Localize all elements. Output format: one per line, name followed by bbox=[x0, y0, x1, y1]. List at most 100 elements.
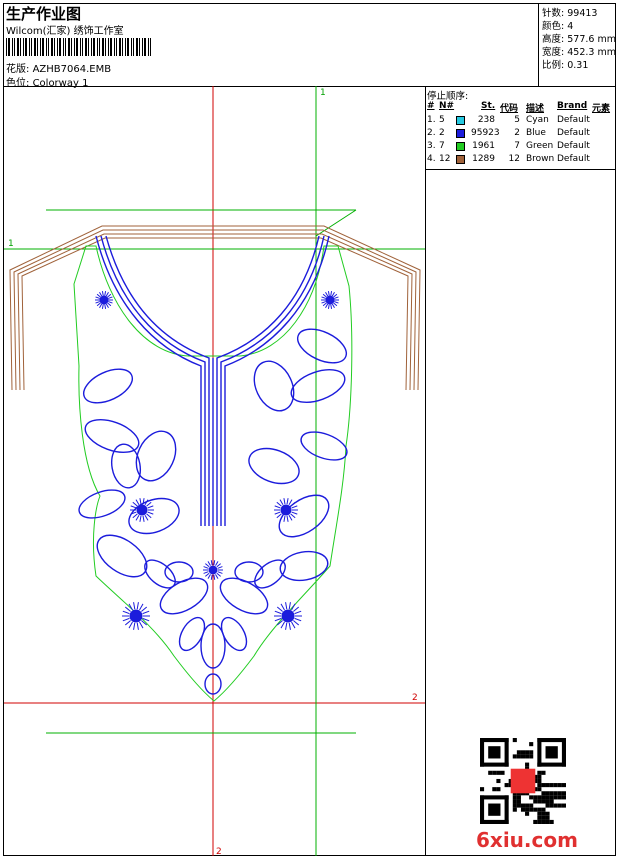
barcode-bar bbox=[131, 38, 132, 56]
qr-module bbox=[520, 807, 526, 812]
col-header-brand: Brand bbox=[557, 101, 588, 111]
qr-module bbox=[545, 815, 550, 820]
rosette-ray bbox=[274, 505, 281, 509]
rosette-ray bbox=[104, 291, 107, 296]
qr-module bbox=[492, 787, 497, 792]
qr-module bbox=[480, 738, 485, 767]
stat-colors: 颜色: 4 bbox=[542, 21, 574, 32]
rosette-ray bbox=[283, 515, 286, 522]
qr-module bbox=[480, 762, 509, 767]
rosette-ray bbox=[285, 602, 288, 610]
rosette-ray bbox=[105, 303, 109, 309]
rosette-ray bbox=[325, 291, 329, 297]
qr-module bbox=[549, 791, 554, 796]
barcode-bar bbox=[20, 38, 21, 56]
barcode-bar bbox=[68, 38, 70, 56]
stat-width: 宽度: 452.3 mm bbox=[542, 47, 616, 58]
barcode-bar bbox=[88, 38, 89, 56]
rosette-ray bbox=[142, 515, 145, 522]
rosette-ray bbox=[99, 291, 103, 297]
qr-module bbox=[512, 738, 517, 743]
barcode-bar bbox=[51, 38, 53, 56]
color-swatch bbox=[456, 116, 465, 125]
qr-module bbox=[537, 815, 542, 820]
qr-module bbox=[533, 795, 538, 800]
barcode-bar bbox=[37, 38, 38, 56]
rosette-ray bbox=[274, 610, 282, 615]
rosette-ray bbox=[291, 511, 298, 515]
rosette-ray bbox=[217, 566, 223, 569]
qr-module bbox=[516, 799, 521, 804]
qr-module bbox=[541, 795, 546, 800]
qr-module bbox=[537, 762, 566, 767]
guide-marker-2-bottom: 2 bbox=[216, 847, 222, 856]
neckline-seams bbox=[9, 225, 421, 391]
barcode-bar bbox=[25, 38, 27, 56]
company-name: Wilcom(汇家) 绣饰工作室 bbox=[6, 26, 124, 37]
rosette-ray bbox=[207, 574, 211, 579]
design-file-line: 花版: AZHB7064.EMB bbox=[6, 60, 111, 75]
qr-module bbox=[557, 783, 562, 788]
qr-module bbox=[557, 803, 562, 808]
barcode-bar bbox=[139, 38, 140, 56]
rosette-ray bbox=[133, 622, 136, 630]
qr-module bbox=[504, 783, 509, 788]
qr-logo-badge bbox=[510, 768, 536, 794]
rosette-ray bbox=[124, 620, 131, 626]
barcode-bar bbox=[93, 38, 95, 56]
rosette-ray bbox=[203, 571, 209, 574]
qr-module bbox=[520, 754, 526, 759]
rosette-ray bbox=[96, 293, 101, 298]
rosette-ray bbox=[274, 511, 281, 515]
rosette-ray bbox=[288, 514, 293, 521]
rosette-ray bbox=[279, 514, 284, 521]
col-header-needle: N# bbox=[439, 101, 455, 111]
qr-module bbox=[561, 791, 566, 796]
barcode-bar bbox=[17, 38, 19, 56]
barcode-bar bbox=[99, 38, 100, 56]
barcode-bar bbox=[150, 38, 151, 56]
rosette-ray bbox=[95, 301, 100, 304]
rosette-ray bbox=[330, 304, 333, 309]
qr-module bbox=[533, 799, 538, 804]
rosette-ray bbox=[216, 572, 221, 577]
stop-row: 1. 5 238 5 Cyan Default bbox=[427, 115, 590, 125]
qr-module bbox=[512, 754, 517, 759]
barcode-bar bbox=[6, 38, 7, 56]
rosette-ray bbox=[327, 291, 330, 296]
barcode-bar bbox=[12, 38, 13, 56]
rosette-ray bbox=[95, 296, 100, 299]
rosette-ray bbox=[146, 513, 152, 519]
qr-module bbox=[549, 803, 554, 808]
qr-module bbox=[525, 754, 530, 759]
barcode-bar bbox=[63, 38, 64, 56]
rosette-ray bbox=[203, 566, 209, 569]
qr-module bbox=[496, 787, 501, 792]
rosette-ray bbox=[101, 304, 104, 309]
qr-module bbox=[529, 807, 534, 812]
barcode-bar bbox=[23, 38, 24, 56]
qr-module bbox=[529, 742, 534, 747]
rosette-ray bbox=[136, 602, 139, 610]
barcode-bar bbox=[85, 38, 87, 56]
qr-module bbox=[557, 791, 562, 796]
rosette-ray bbox=[321, 301, 326, 304]
qr-module bbox=[480, 819, 509, 824]
barcode-bar bbox=[136, 38, 138, 56]
stop-sequence-title: 停止顺序: bbox=[427, 91, 469, 102]
rosette-ray bbox=[213, 574, 216, 580]
embroidery-design-canvas: 1 1 2 2 bbox=[4, 86, 425, 856]
barcode-bar bbox=[54, 38, 55, 56]
rosette-ray bbox=[334, 296, 339, 299]
qr-code bbox=[480, 738, 566, 824]
watermark: 6xiu.com bbox=[476, 828, 578, 852]
rosette-ray bbox=[136, 622, 139, 630]
barcode-bar bbox=[40, 38, 41, 56]
qr-module bbox=[545, 811, 550, 816]
col-header-stitches: St. bbox=[481, 101, 496, 111]
stat-stitches: 针数: 99413 bbox=[542, 8, 598, 19]
qr-module bbox=[504, 795, 509, 824]
qr-module bbox=[525, 811, 530, 816]
qr-module bbox=[549, 783, 554, 788]
rosette-ray bbox=[142, 610, 150, 615]
